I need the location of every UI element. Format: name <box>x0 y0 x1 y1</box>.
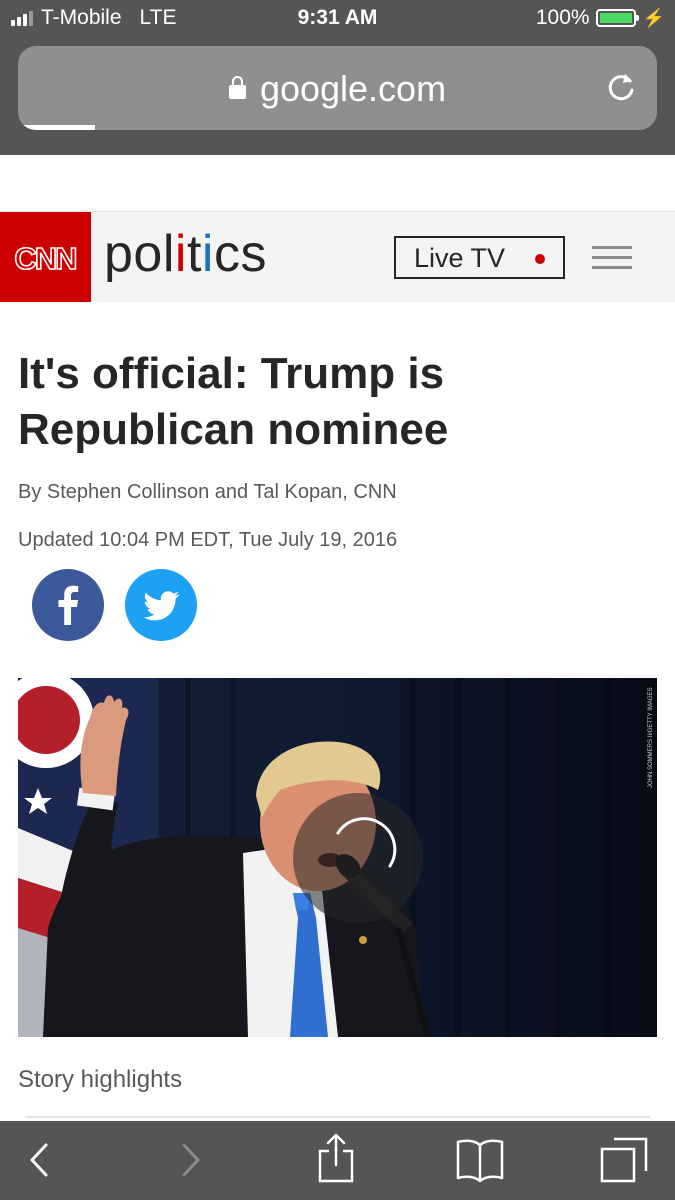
section-title[interactable]: politics <box>104 224 267 284</box>
forward-icon[interactable] <box>170 1121 210 1200</box>
svg-text:JOHN SOMMERS II/GETTY IMAGES: JOHN SOMMERS II/GETTY IMAGES <box>648 687 654 788</box>
url-text: google.com <box>259 68 447 109</box>
article-headline: It's official: Trump is Republican nomin… <box>18 349 449 454</box>
article-updated-time: Updated 10:04 PM EDT, Tue July 19, 2016 <box>18 529 398 551</box>
back-icon[interactable] <box>20 1121 60 1200</box>
live-tv-button[interactable]: Live TV <box>394 236 565 279</box>
facebook-icon <box>58 585 79 625</box>
bookmarks-icon[interactable] <box>452 1121 508 1200</box>
reload-icon[interactable] <box>603 70 639 106</box>
cnn-logo-mark: CNN <box>14 240 79 277</box>
live-tv-label: Live TV <box>414 243 506 273</box>
browser-bottom-toolbar <box>0 1121 675 1200</box>
cnn-header: CNN politics Live TV <box>0 211 675 302</box>
story-highlights-heading: Story highlights <box>18 1066 183 1093</box>
battery-percent: 100% <box>535 6 590 29</box>
hamburger-menu-icon[interactable] <box>592 246 632 270</box>
twitter-icon <box>143 591 180 621</box>
address-display[interactable]: google.com <box>18 68 657 110</box>
status-right: 100% ⚡ <box>536 6 665 30</box>
article-byline: By Stephen Collinson and Tal Kopan, CNN <box>18 481 397 503</box>
facebook-share-button[interactable] <box>32 569 104 641</box>
cnn-logo[interactable]: CNN <box>0 212 91 302</box>
charging-icon: ⚡ <box>642 7 665 28</box>
highlights-divider <box>25 1116 650 1118</box>
loading-spinner-icon <box>293 793 423 923</box>
browser-top-bar: T-Mobile LTE 9:31 AM 100% ⚡ google.com <box>0 0 675 155</box>
svg-text:CNN: CNN <box>14 241 76 276</box>
article-hero-image[interactable]: JOHN SOMMERS II/GETTY IMAGES <box>18 678 657 1037</box>
page-load-progress <box>18 125 95 130</box>
battery-icon <box>595 9 639 27</box>
lock-icon <box>228 76 246 99</box>
status-bar: T-Mobile LTE 9:31 AM 100% ⚡ <box>0 0 675 38</box>
twitter-share-button[interactable] <box>125 569 197 641</box>
tabs-icon[interactable] <box>596 1121 652 1200</box>
live-indicator-icon <box>535 254 545 264</box>
section-name: politics <box>104 225 267 283</box>
share-icon[interactable] <box>310 1121 362 1200</box>
battery-fill <box>599 13 632 23</box>
address-bar[interactable]: google.com <box>18 46 657 130</box>
